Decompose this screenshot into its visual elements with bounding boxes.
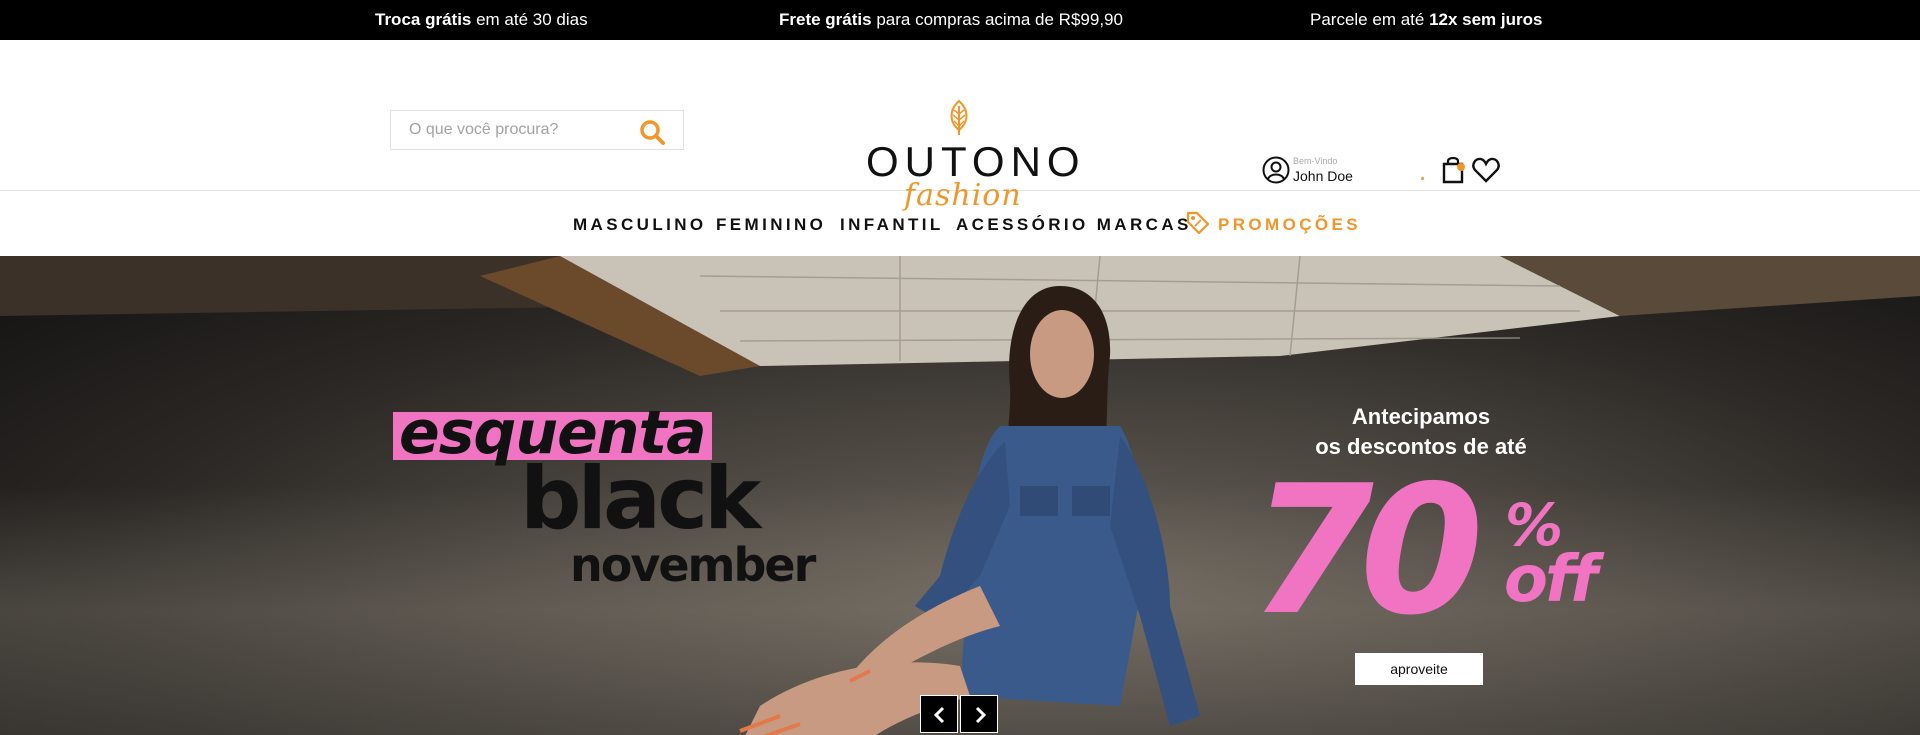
status-dot (1421, 177, 1424, 180)
user-account[interactable]: Bem-Vindo John Doe (1262, 156, 1402, 190)
nav-acessorio[interactable]: ACESSÓRIO MARCAS (956, 215, 1192, 235)
nav-feminino[interactable]: FEMININO (716, 215, 826, 235)
leaf-icon (950, 100, 968, 135)
nav-infantil[interactable]: INFANTIL (840, 215, 944, 235)
promo-topbar: Troca grátis em até 30 dias Frete grátis… (0, 0, 1920, 40)
shopping-bag-icon[interactable] (1442, 156, 1466, 184)
nav-marcas[interactable]: MARCAS (1097, 215, 1192, 234)
search-input[interactable] (409, 121, 629, 139)
model-photo (739, 286, 1200, 735)
free-exchange-message: Troca grátis em até 30 dias (375, 10, 588, 29)
hero-banner[interactable]: esquenta black november Antecipamos os d… (0, 256, 1920, 735)
tag-icon (1186, 211, 1210, 235)
hero-off-label: off (1504, 543, 1598, 617)
chevron-left-icon (933, 706, 945, 724)
aproveite-button[interactable]: aproveite (1355, 653, 1483, 685)
search-icon[interactable] (639, 119, 665, 145)
search-box (390, 110, 684, 150)
nav-promocoes[interactable]: PROMOÇÕES (1218, 215, 1361, 235)
free-shipping-message: Frete grátis para compras acima de R$99,… (779, 10, 1123, 29)
chevron-right-icon (975, 706, 987, 724)
heart-icon[interactable] (1472, 157, 1500, 183)
site-header: OUTONO fashion Bem-Vindo John Doe (0, 40, 1920, 213)
installments-message: Parcele em até 12x sem juros (1310, 10, 1543, 29)
carousel-prev-button[interactable] (920, 695, 958, 733)
hero-discount-value: 70 (1250, 447, 1484, 654)
carousel-next-button[interactable] (960, 695, 998, 733)
user-icon (1262, 156, 1290, 184)
user-name: John Doe (1293, 168, 1353, 184)
welcome-label: Bem-Vindo (1293, 156, 1338, 166)
nav-masculino[interactable]: MASCULINO (573, 215, 707, 235)
main-nav: MASCULINO FEMININO INFANTIL ACESSÓRIO MA… (0, 191, 1920, 255)
